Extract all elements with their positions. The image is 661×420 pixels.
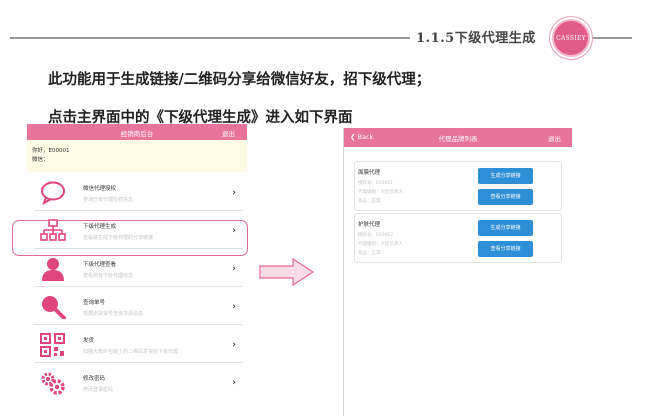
highlight-frame [12, 220, 248, 256]
menu-item-query-order[interactable]: 查询单号 根据出货单号查询货源信息 › [34, 290, 243, 325]
menu-item-title: 修改密码 [83, 376, 106, 382]
auth-number: 授权号：E00001 [358, 181, 394, 186]
menu-item-desc: 根据出货单号查询货源信息 [83, 311, 144, 317]
exit-link[interactable]: 退出 [222, 128, 235, 138]
brand-list-title-bar: ❮ Back 代理品牌列表 退出 [344, 128, 572, 147]
menu-item-title: 下级代理查看 [83, 262, 117, 268]
menu-item-desc: 扫描大箱外包装上的二维码发货给下级代理 [83, 349, 179, 355]
brand-name: 护肤代理 [358, 222, 381, 228]
gears-icon [40, 371, 66, 395]
greeting-panel: 你好，E00001 微信： [27, 140, 247, 172]
auth-number: 授权号：E00002 [358, 233, 394, 238]
menu-item-wechat-auth[interactable]: 微信代理授权 查询已有代理授权信息 › [34, 176, 243, 211]
agent-status: 状态：正常 [358, 199, 381, 204]
brand-logo-text: CASSIEY [556, 35, 586, 42]
menu-item-sub-agent-view[interactable]: 下级代理查看 查看所有下级代理信息 › [34, 252, 243, 287]
brand-card: 护肤代理 授权号：E00002 代理级别：大区负责人 状态：正常 生成分享链接 … [354, 213, 562, 263]
qr-code-icon [40, 333, 66, 357]
menu-item-desc: 修改登录密码 [83, 387, 114, 393]
header-rule-left [10, 37, 410, 39]
menu-item-change-password[interactable]: 修改密码 修改登录密码 › [34, 366, 243, 401]
wechat-text: 微信： [32, 157, 49, 163]
person-icon [40, 257, 66, 281]
right-arrow-icon [259, 257, 315, 287]
menu-item-title: 微信代理授权 [83, 186, 117, 192]
agent-status: 状态：正常 [358, 251, 381, 256]
brand-list-screenshot: ❮ Back 代理品牌列表 退出 面膜代理 授权号：E00001 代理级别：大区… [343, 128, 572, 416]
menu-item-desc: 查看所有下级代理信息 [83, 273, 134, 279]
brand-name: 面膜代理 [358, 170, 381, 176]
chevron-right-icon: › [232, 264, 236, 274]
menu-item-desc: 查询已有代理授权信息 [83, 197, 134, 203]
brand-list-title: 代理品牌列表 [438, 135, 478, 143]
dealer-title-bar: 经销商后台 退出 [27, 124, 247, 140]
view-share-link-button[interactable]: 查看分享链接 [478, 189, 533, 205]
dealer-title: 经销商后台 [120, 130, 154, 138]
menu-item-title: 发货 [83, 338, 95, 344]
agent-level: 代理级别：大区负责人 [358, 242, 403, 247]
generate-share-link-button[interactable]: 生成分享链接 [478, 168, 533, 184]
magnifier-icon [40, 295, 66, 320]
header-rule-right [590, 37, 632, 39]
brand-card: 面膜代理 授权号：E00001 代理级别：大区负责人 状态：正常 生成分享链接 … [354, 161, 562, 211]
section-title: 1.1.5下级代理生成 [416, 31, 536, 46]
agent-level: 代理级别：大区负责人 [358, 190, 403, 195]
chat-bubble-icon [40, 181, 66, 206]
greeting-text: 你好，E00001 [32, 148, 70, 154]
exit-link[interactable]: 退出 [548, 133, 561, 143]
chevron-right-icon: › [232, 302, 236, 312]
dealer-home-screenshot: 经销商后台 退出 你好，E00001 微信： 微信代理授权 查询已有代理授权信息… [27, 124, 247, 414]
chevron-right-icon: › [232, 188, 236, 198]
menu-item-title: 查询单号 [83, 300, 106, 306]
menu-item-ship[interactable]: 发货 扫描大箱外包装上的二维码发货给下级代理 › [34, 328, 243, 363]
view-share-link-button[interactable]: 查看分享链接 [478, 241, 533, 257]
chevron-right-icon: › [232, 378, 236, 388]
chevron-right-icon: › [232, 340, 236, 350]
generate-share-link-button[interactable]: 生成分享链接 [478, 220, 533, 236]
intro-text: 此功能用于生成链接/二维码分享给微信好友，招下级代理； [48, 71, 431, 88]
brand-logo: CASSIEY [552, 19, 590, 57]
